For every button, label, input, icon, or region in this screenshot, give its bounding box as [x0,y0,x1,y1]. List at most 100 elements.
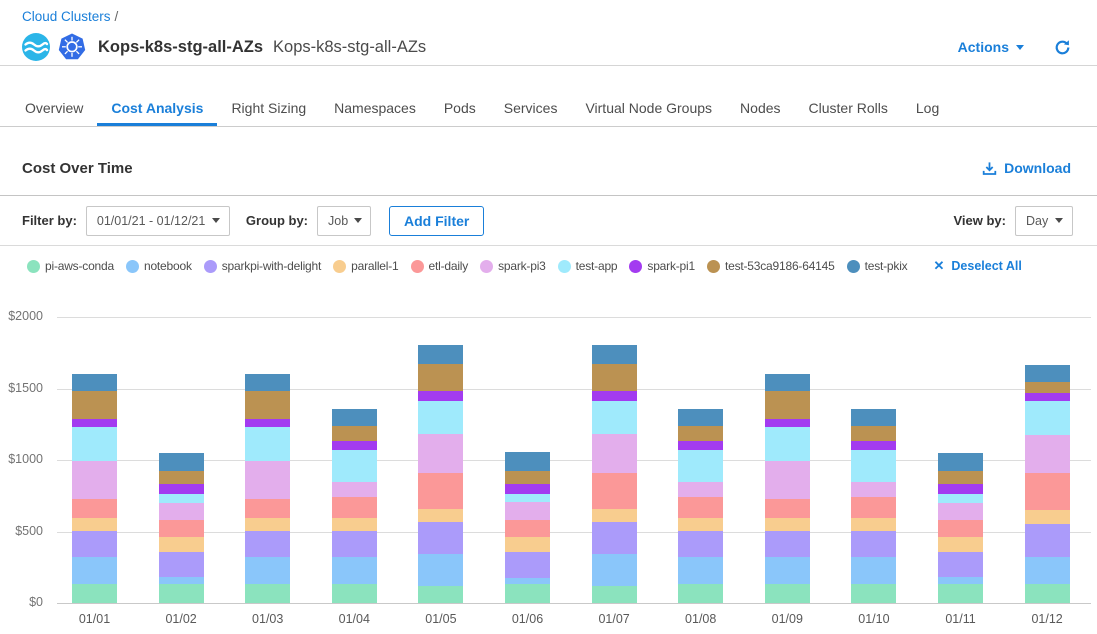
bar-segment-spark-pi1 [72,419,117,428]
bar-segment-test-pkix [332,409,377,427]
bar-segment-etl-daily [72,499,117,518]
bar-segment-test-53ca9186-64145 [678,426,723,440]
bar-segment-parallel-1 [332,518,377,531]
deselect-all-button[interactable]: ✕Deselect All [933,258,1021,274]
y-axis-label: $2000 [0,309,43,323]
legend-item-pi-aws-conda[interactable]: pi-aws-conda [27,259,114,273]
bar-01-04[interactable] [332,409,377,603]
bar-segment-spark-pi1 [418,391,463,401]
download-icon [982,161,997,176]
legend-items: pi-aws-conda notebook sparkpi-with-delight… [27,259,919,273]
legend-item-spark-pi1[interactable]: spark-pi1 [629,259,695,273]
bar-segment-spark-pi1 [332,441,377,450]
legend-item-test-53ca9186-64145[interactable]: test-53ca9186-64145 [707,259,835,273]
cluster-title: Kops-k8s-stg-all-AZs [98,38,263,57]
gridline [57,389,1091,390]
refresh-icon[interactable] [1054,39,1071,56]
bar-segment-test-53ca9186-64145 [505,471,550,484]
bar-segment-test-pkix [851,409,896,427]
bar-01-10[interactable] [851,409,896,603]
bar-segment-etl-daily [1025,473,1070,510]
bar-01-08[interactable] [678,409,723,603]
bar-segment-test-53ca9186-64145 [592,364,637,392]
legend-label: pi-aws-conda [45,259,114,273]
x-axis-label: 01/11 [926,612,996,626]
bar-segment-test-pkix [765,374,810,391]
tab-nodes[interactable]: Nodes [726,100,794,126]
legend-item-test-pkix[interactable]: test-pkix [847,259,908,273]
legend-item-notebook[interactable]: notebook [126,259,192,273]
tab-pods[interactable]: Pods [430,100,490,126]
legend-dot [411,260,424,273]
bar-segment-etl-daily [332,497,377,518]
group-by-select[interactable]: Job [317,206,371,236]
x-axis-label: 01/04 [319,612,389,626]
bar-segment-test-53ca9186-64145 [72,391,117,418]
legend-label: spark-pi3 [498,259,546,273]
bar-01-02[interactable] [159,453,204,603]
legend-item-test-app[interactable]: test-app [558,259,618,273]
bar-segment-spark-pi1 [505,484,550,494]
tab-right-sizing[interactable]: Right Sizing [217,100,320,126]
bar-segment-sparkpi-with-delight [72,531,117,557]
bar-01-05[interactable] [418,345,463,603]
bar-segment-test-pkix [159,453,204,471]
bar-segment-test-53ca9186-64145 [418,364,463,392]
bar-segment-parallel-1 [938,537,983,552]
view-by-select[interactable]: Day [1015,206,1073,236]
tab-overview[interactable]: Overview [11,100,97,126]
bar-segment-notebook [418,554,463,585]
bar-segment-spark-pi3 [938,503,983,520]
add-filter-button[interactable]: Add Filter [389,206,484,236]
bar-01-11[interactable] [938,453,983,603]
tab-log[interactable]: Log [902,100,953,126]
legend-item-parallel-1[interactable]: parallel-1 [333,259,398,273]
bar-segment-test-app [1025,401,1070,435]
bar-segment-parallel-1 [72,518,117,531]
download-button[interactable]: Download [982,160,1071,176]
legend-label: notebook [144,259,192,273]
gridline [57,317,1091,318]
date-range-select[interactable]: 01/01/21 - 01/12/21 [86,206,230,236]
tab-cluster-rolls[interactable]: Cluster Rolls [795,100,902,126]
tab-services[interactable]: Services [490,100,572,126]
legend-item-etl-daily[interactable]: etl-daily [411,259,469,273]
tab-cost-analysis[interactable]: Cost Analysis [97,100,217,126]
legend-dot [558,260,571,273]
x-axis-label: 01/07 [579,612,649,626]
actions-button[interactable]: Actions [958,39,1024,55]
bar-01-01[interactable] [72,374,117,603]
bar-segment-notebook [765,557,810,585]
bar-01-07[interactable] [592,345,637,603]
gridline [57,603,1091,604]
bar-segment-pi-aws-conda [245,584,290,603]
x-axis-label: 01/12 [1012,612,1082,626]
tab-namespaces[interactable]: Namespaces [320,100,430,126]
bar-segment-sparkpi-with-delight [938,552,983,577]
tab-virtual-node-groups[interactable]: Virtual Node Groups [571,100,726,126]
bar-segment-test-app [592,401,637,434]
bar-segment-etl-daily [938,520,983,537]
close-icon: ✕ [933,258,944,274]
y-axis-label: $1500 [0,381,43,395]
bar-segment-sparkpi-with-delight [678,531,723,557]
bar-01-03[interactable] [245,374,290,603]
legend-item-sparkpi-with-delight[interactable]: sparkpi-with-delight [204,259,321,273]
bar-segment-notebook [938,577,983,584]
bar-segment-spark-pi3 [245,461,290,498]
bar-01-09[interactable] [765,374,810,603]
bar-segment-pi-aws-conda [678,584,723,603]
bar-segment-pi-aws-conda [592,586,637,603]
bar-segment-test-53ca9186-64145 [851,426,896,440]
group-by-label: Group by: [246,213,308,228]
x-axis-label: 01/01 [60,612,130,626]
bar-01-06[interactable] [505,452,550,603]
bar-segment-test-pkix [72,374,117,391]
legend-dot [333,260,346,273]
bar-segment-etl-daily [678,497,723,518]
bar-01-12[interactable] [1025,365,1070,603]
bar-segment-parallel-1 [245,518,290,531]
breadcrumb-link-cloud-clusters[interactable]: Cloud Clusters [22,9,111,24]
bar-segment-parallel-1 [159,537,204,552]
legend-item-spark-pi3[interactable]: spark-pi3 [480,259,546,273]
